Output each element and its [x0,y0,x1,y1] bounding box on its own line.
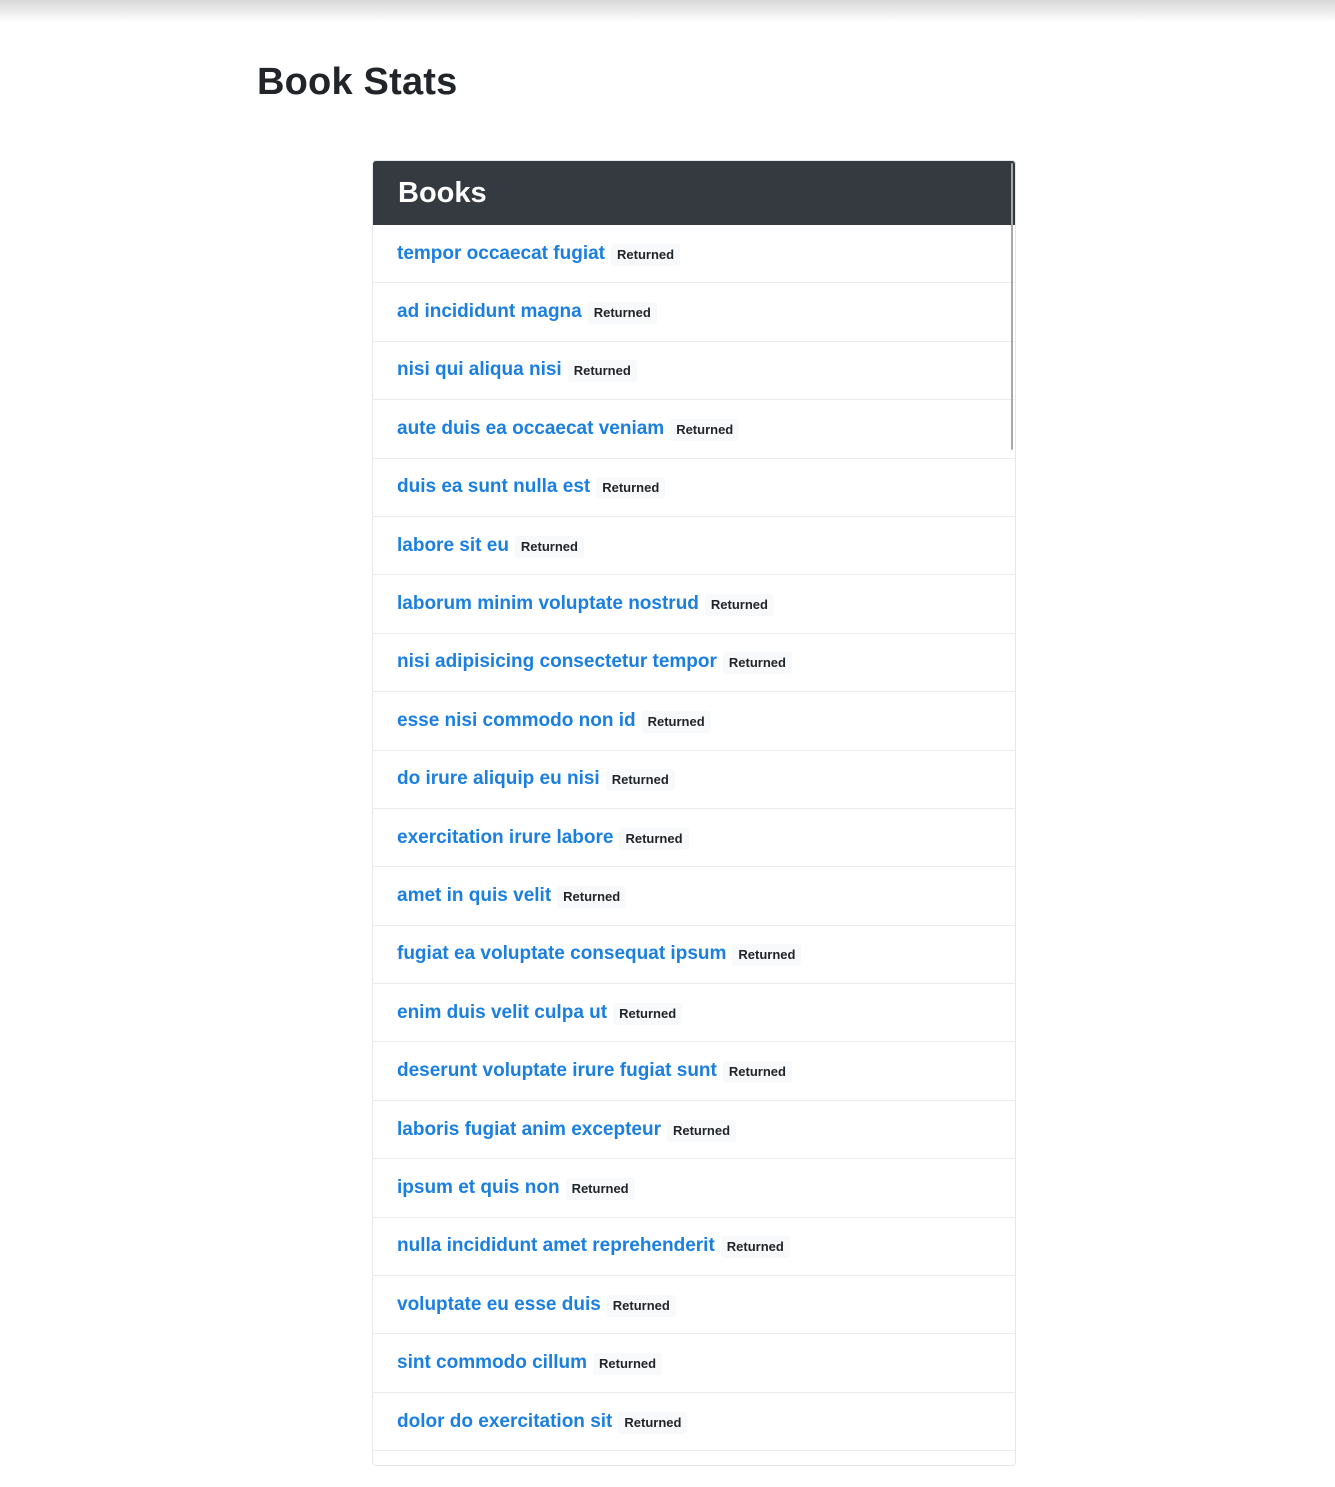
book-title-link[interactable]: laborum minim voluptate nostrud [397,593,699,615]
book-title-link[interactable]: amet in quis velit [397,885,551,907]
scrollbar-thumb[interactable] [1011,163,1013,450]
card-header: Books [373,161,1015,225]
status-badge: Returned [720,1236,790,1259]
list-item: sint commodo cillum Returned [373,1334,1015,1393]
list-item: esse nisi commodo non id Returned [373,692,1015,751]
list-item: do irure aliquip eu nisi Returned [373,751,1015,809]
book-title-link[interactable]: nisi qui aliqua nisi [397,359,562,381]
book-title-link[interactable]: sint commodo cillum [397,1352,587,1374]
book-title-link[interactable]: fugiat ea voluptate consequat ipsum [397,943,726,965]
book-title-link[interactable]: aute duis ea occaecat veniam [397,418,664,440]
list-item: enim duis velit culpa ut Returned [373,984,1015,1043]
status-badge: Returned [704,594,774,617]
book-title-link[interactable]: deserunt voluptate irure fugiat sunt [397,1060,717,1082]
status-badge: Returned [732,944,802,967]
book-title-link[interactable]: tempor occaecat fugiat [397,243,605,265]
status-badge: Returned [514,535,584,558]
status-badge: Returned [670,418,740,441]
top-shadow [0,0,1335,22]
list-item: voluptate eu esse duis Returned [373,1276,1015,1335]
status-badge: Returned [606,1294,676,1317]
list-item: fugiat ea voluptate consequat ipsum Retur… [373,926,1015,985]
status-badge: Returned [565,1177,635,1200]
book-title-link[interactable]: ipsum et quis non [397,1177,560,1199]
list-item: laboris fugiat anim excepteur Returned [373,1101,1015,1160]
list-item: nisi adipisicing consectetur tempor Retur… [373,634,1015,693]
book-title-link[interactable]: duis ea sunt nulla est [397,476,590,498]
list-item: deserunt voluptate irure fugiat sunt Retu… [373,1042,1015,1101]
status-badge: Returned [666,1119,737,1142]
status-badge: Returned [619,827,689,850]
card-header-title: Books [398,177,487,209]
book-title-link[interactable]: esse nisi commodo non id [397,710,636,732]
status-badge: Returned [567,360,637,383]
book-title-link[interactable]: labore sit eu [397,535,509,557]
list-item: tempor occaecat fugiat Returned [373,225,1015,284]
list-item: exercitation irure labore Returned [373,809,1015,868]
status-badge: Returned [557,885,627,908]
book-title-link[interactable]: voluptate eu esse duis [397,1294,601,1316]
book-title-link[interactable]: do irure aliquip eu nisi [397,768,600,790]
list-item: duis ea sunt nulla est Returned [373,459,1015,517]
list-item: ipsum et quis non Returned [373,1159,1015,1218]
books-card: Books tempor occaecat fugiat Returned ad i… [372,160,1016,1466]
list-item: laborum minim voluptate nostrud Returned [373,575,1015,634]
status-badge: Returned [618,1411,688,1434]
list-item: nisi qui aliqua nisi Returned [373,342,1015,401]
book-title-link[interactable]: nulla incididunt amet reprehenderit [397,1235,715,1257]
book-title-link[interactable]: dolor do exercitation sit [397,1411,612,1433]
status-badge: Returned [596,477,666,500]
status-badge: Returned [593,1353,663,1376]
book-title-link[interactable]: exercitation irure labore [397,827,613,849]
list-item: ad incididunt magna Returned [373,283,1015,342]
books-list: tempor occaecat fugiat Returned ad incidid… [373,225,1015,1452]
list-item: amet in quis velit Returned [373,867,1015,926]
list-item: dolor do exercitation sit Returned [373,1393,1015,1452]
status-badge: Returned [587,302,657,325]
status-badge: Returned [722,652,792,675]
list-item: aute duis ea occaecat veniam Returned [373,400,1015,459]
page-title: Book Stats [257,61,458,103]
list-item: labore sit eu Returned [373,517,1015,576]
book-title-link[interactable]: ad incididunt magna [397,301,582,323]
status-badge: Returned [641,710,711,733]
status-badge: Returned [605,769,675,792]
status-badge: Returned [613,1002,683,1025]
status-badge: Returned [611,243,681,266]
list-item: nulla incididunt amet reprehenderit Retur… [373,1218,1015,1277]
status-badge: Returned [722,1061,792,1084]
book-title-link[interactable]: enim duis velit culpa ut [397,1002,607,1024]
book-title-link[interactable]: laboris fugiat anim excepteur [397,1119,661,1141]
book-title-link[interactable]: nisi adipisicing consectetur tempor [397,651,717,673]
